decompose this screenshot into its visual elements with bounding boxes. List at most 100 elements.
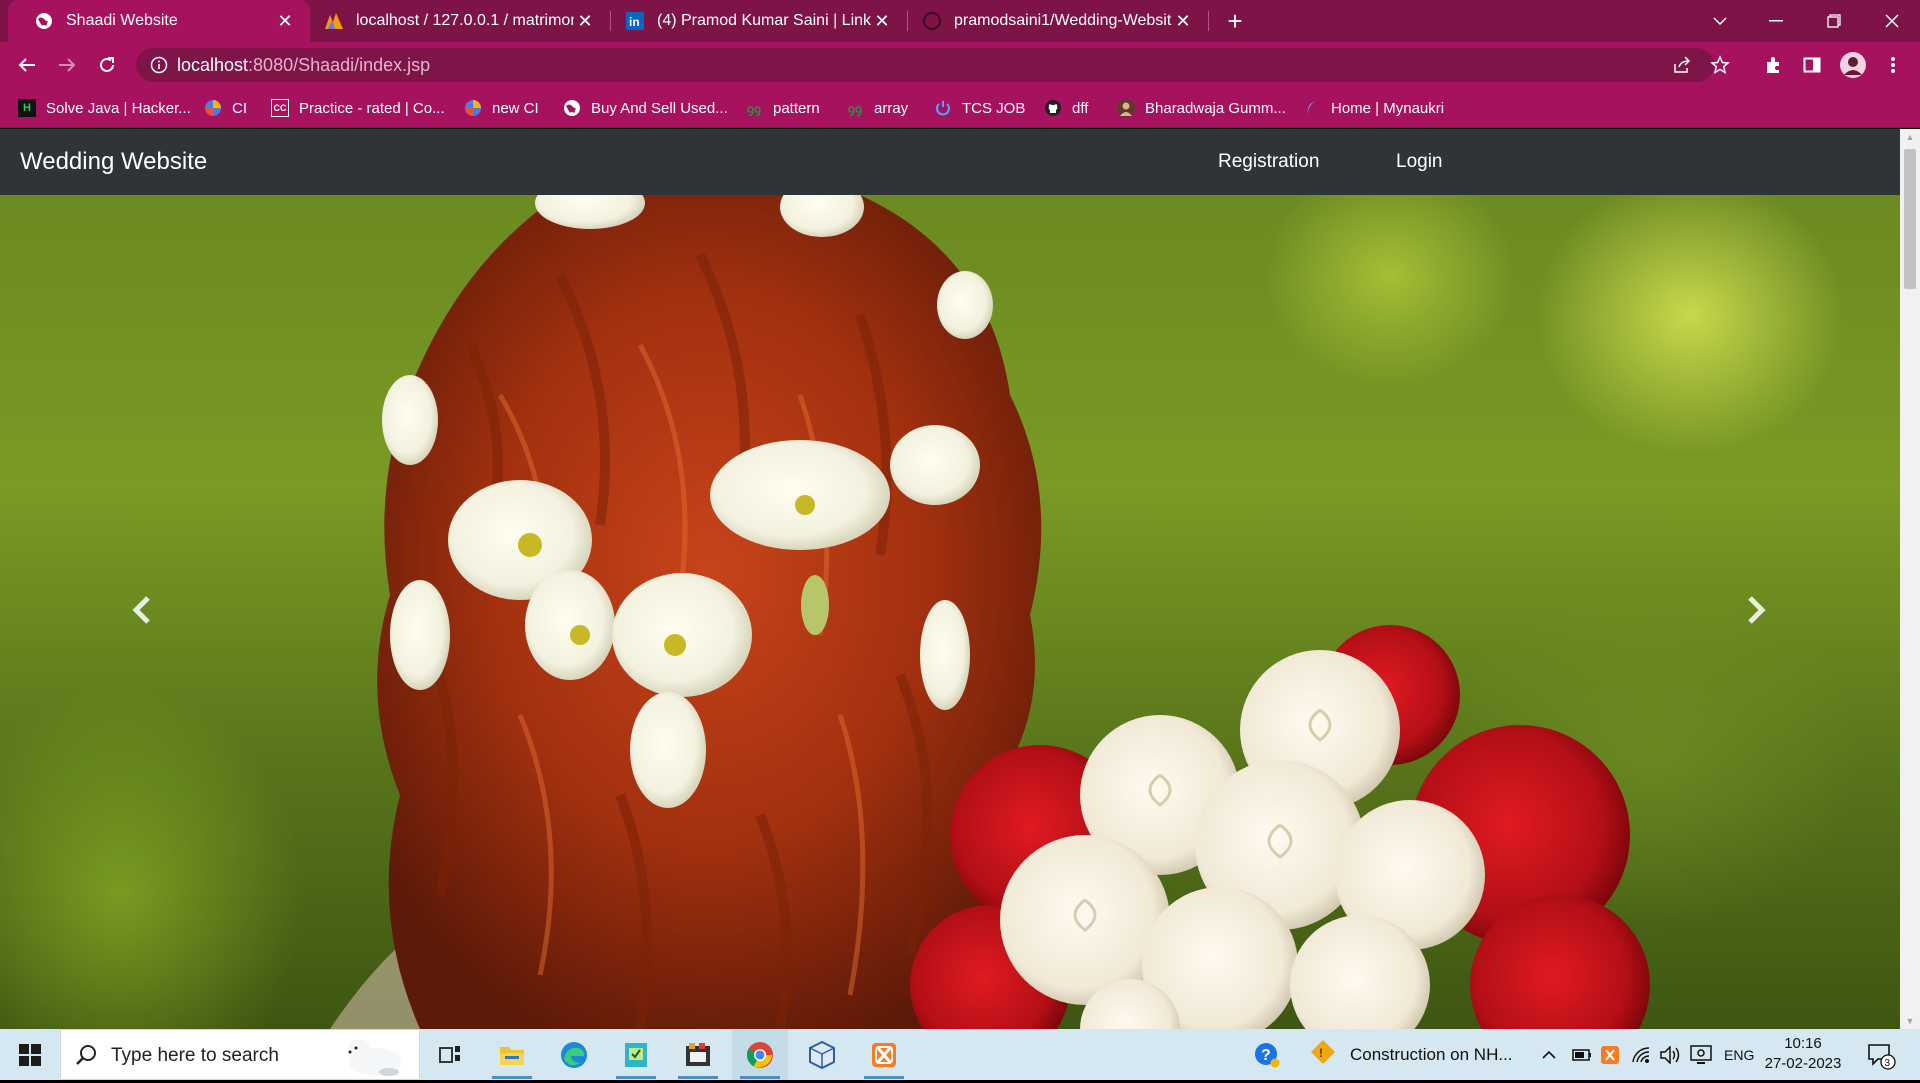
svg-text:?: ? [1261, 1047, 1271, 1064]
mynaukri-icon [1303, 99, 1321, 117]
traffic-warning-icon: ! [1310, 1039, 1336, 1070]
tab-title: localhost / 127.0.0.1 / matrimonial [356, 12, 574, 29]
page-scrollbar[interactable]: ▲ ▼ [1900, 129, 1920, 1029]
profile-avatar[interactable] [1838, 50, 1868, 80]
bookmark-buy-and-sell[interactable]: Buy And Sell Used... [563, 88, 728, 128]
site-info-icon[interactable] [150, 56, 168, 74]
restore-window-icon[interactable] [1806, 0, 1862, 42]
bookmark-solve-java[interactable]: H Solve Java | Hacker... [18, 88, 191, 128]
virtualbox-icon[interactable] [794, 1029, 850, 1080]
edge-browser-icon[interactable] [546, 1029, 602, 1080]
display-settings-icon[interactable] [1690, 1029, 1712, 1080]
url-host: localhost [177, 55, 249, 75]
back-arrow-icon[interactable] [12, 50, 42, 80]
show-hidden-icons-chevron-icon[interactable] [1542, 1029, 1556, 1080]
file-explorer-icon[interactable] [484, 1029, 540, 1080]
bookmark-label: Home | Mynaukri [1331, 99, 1445, 117]
bookmark-dff[interactable]: dff [1044, 88, 1088, 128]
carousel-next-button[interactable] [1716, 195, 1796, 1029]
battery-icon[interactable] [1572, 1029, 1592, 1080]
system-clock[interactable]: 10:16 27-02-2023 [1758, 1034, 1848, 1074]
weather-widget[interactable]: ! Construction on NH... [1310, 1029, 1513, 1080]
web-page: Wedding Website Registration Login [0, 129, 1900, 1029]
task-view-icon[interactable] [422, 1029, 478, 1080]
taskbar-search-box[interactable]: Type here to search [60, 1029, 420, 1080]
wifi-icon[interactable] [1631, 1029, 1651, 1080]
input-language[interactable]: ENG [1724, 1029, 1754, 1080]
share-icon[interactable] [1672, 55, 1692, 80]
bookmark-label: dff [1072, 99, 1089, 117]
codechef-icon: CC [271, 99, 289, 117]
mysql-workbench-icon[interactable] [670, 1029, 726, 1080]
close-tab-icon[interactable]: ✕ [274, 10, 296, 32]
site-navbar: Wedding Website Registration Login [0, 129, 1900, 195]
forward-arrow-icon[interactable] [52, 50, 82, 80]
windows-start-button[interactable] [0, 1029, 60, 1080]
site-brand[interactable]: Wedding Website [20, 129, 207, 195]
bookmark-mynaukri[interactable]: Home | Mynaukri [1303, 88, 1444, 128]
windows-logo-icon [19, 1043, 41, 1066]
bookmark-pattern[interactable]: ꝯꝯ pattern [745, 88, 820, 128]
colorful-logo-icon [204, 99, 222, 117]
extensions-puzzle-icon[interactable] [1758, 50, 1788, 80]
close-tab-icon[interactable]: ✕ [1172, 10, 1194, 32]
nav-login-link[interactable]: Login [1396, 129, 1443, 195]
bookmark-bharadwaja[interactable]: Bharadwaja Gumm... [1117, 88, 1286, 128]
phpmyadmin-icon [324, 11, 344, 31]
reload-icon[interactable] [92, 50, 122, 80]
side-panel-icon[interactable] [1797, 50, 1827, 80]
bookmark-tcs-job[interactable]: TCS JOB [934, 88, 1025, 128]
bookmark-star-icon[interactable] [1710, 55, 1730, 80]
address-bar[interactable]: localhost:8080/Shaadi/index.jsp [136, 48, 1730, 82]
bookmark-label: array [874, 99, 909, 117]
tab-title: pramodsaini1/Wedding-Website [954, 12, 1172, 29]
tab-phpmyadmin[interactable]: localhost / 127.0.0.1 / matrimonial ✕ [310, 0, 610, 42]
scrollbar-thumb[interactable] [1904, 149, 1916, 289]
xampp-tray-icon[interactable] [1601, 1029, 1619, 1080]
bookmark-practice-codechef[interactable]: CC Practice - rated | Co... [271, 88, 445, 128]
notepad-plus-icon[interactable] [608, 1029, 664, 1080]
tab-search-dropdown-icon[interactable] [1692, 0, 1748, 42]
new-tab-button[interactable]: + [1220, 6, 1250, 36]
volume-icon[interactable] [1660, 1029, 1682, 1080]
xampp-icon[interactable] [856, 1029, 912, 1080]
bookmark-new-ci[interactable]: new CI [464, 88, 539, 128]
nav-registration-link[interactable]: Registration [1218, 129, 1319, 195]
search-highlight-polar-bear-icon [339, 1032, 409, 1083]
bookmark-ci[interactable]: CI [204, 88, 247, 128]
avatar-icon [1117, 99, 1135, 117]
linkedin-icon: in [625, 11, 645, 31]
tab-shaadi-website[interactable]: Shaadi Website ✕ [8, 0, 310, 42]
hackerrank-icon: H [18, 99, 36, 117]
bookmark-label: new CI [492, 99, 539, 117]
bookmark-label: Practice - rated | Co... [299, 99, 445, 117]
notification-icon: 3 [1868, 1043, 1896, 1070]
running-indicator [740, 1076, 780, 1079]
running-indicator [492, 1076, 532, 1079]
running-indicator [864, 1076, 904, 1079]
scroll-down-arrow-icon[interactable]: ▼ [1900, 1013, 1920, 1029]
browser-menu-icon[interactable] [1878, 50, 1908, 80]
globe-icon [34, 11, 54, 31]
svg-text:in: in [629, 15, 640, 29]
gfg-icon: ꝯꝯ [746, 101, 762, 116]
scroll-up-arrow-icon[interactable]: ▲ [1900, 129, 1920, 145]
globe-icon [563, 99, 581, 117]
search-icon [75, 1044, 97, 1071]
help-tips-icon[interactable]: ? [1254, 1029, 1280, 1080]
bookmark-array[interactable]: ꝯꝯ array [846, 88, 908, 128]
minimize-window-icon[interactable] [1748, 0, 1804, 42]
notification-center-button[interactable]: 3 [1866, 1029, 1896, 1080]
close-window-icon[interactable] [1864, 0, 1920, 42]
github-icon [922, 11, 942, 31]
close-tab-icon[interactable]: ✕ [871, 10, 893, 32]
weather-news-text: Construction on NH... [1350, 1044, 1513, 1064]
tab-github[interactable]: pramodsaini1/Wedding-Website ✕ [908, 0, 1208, 42]
close-tab-icon[interactable]: ✕ [574, 10, 596, 32]
carousel-prev-button[interactable] [102, 195, 182, 1029]
chevron-right-icon [1746, 595, 1766, 629]
tab-linkedin[interactable]: in (4) Pramod Kumar Saini | LinkedIn ✕ [611, 0, 907, 42]
github-icon [1044, 99, 1062, 117]
bookmark-label: Solve Java | Hacker... [46, 99, 191, 117]
chrome-browser-icon[interactable] [732, 1029, 788, 1080]
